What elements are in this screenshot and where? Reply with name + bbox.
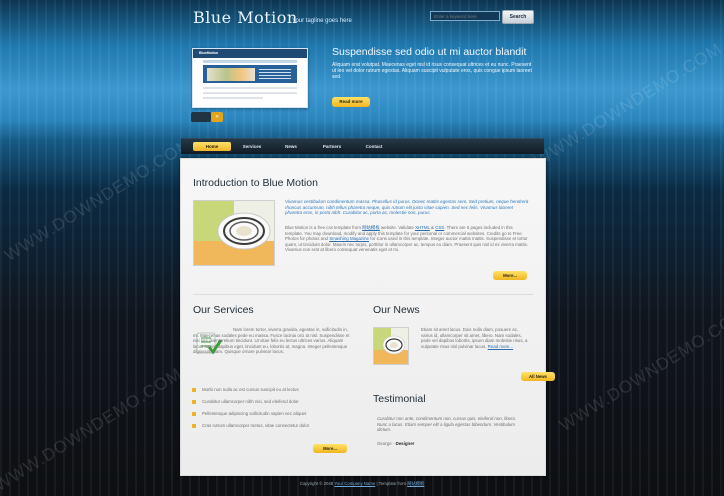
intro-title: Introduction to Blue Motion	[193, 177, 318, 189]
thumb-logo: BlueMotion	[199, 51, 219, 55]
section-divider	[193, 294, 533, 295]
footer-source-link[interactable]: 网站模板	[407, 481, 424, 486]
watermark: WWW.DOWNDEMO.COM	[556, 303, 724, 436]
thumb-row	[203, 97, 263, 99]
nav-home[interactable]: Home	[193, 142, 231, 151]
slider-controls	[191, 112, 211, 122]
nav-services[interactable]: Services	[235, 142, 269, 151]
nav-news[interactable]: News	[276, 142, 306, 151]
all-news-button[interactable]: All News	[521, 372, 555, 381]
news-title: Our News	[373, 304, 420, 316]
services-bullet-item: Pellentesque adipiscing sollicitudin sap…	[192, 410, 306, 417]
nav-partners[interactable]: Partners	[314, 142, 350, 151]
services-text: Nam lorem tortor, viverra gravida, egest…	[193, 327, 350, 355]
slider-next-button[interactable]: »	[211, 112, 223, 122]
services-bullet-item: Cras rutrum ullamcorper metus, vitae con…	[192, 422, 309, 429]
news-read-more-link[interactable]: Read more...	[488, 344, 513, 349]
footer: Copyright © 2048 Your Company Name | Tem…	[0, 481, 724, 487]
bullet-text: Pellentesque adipiscing sollicitudin sap…	[202, 411, 307, 416]
thumb-header: BlueMotion	[193, 49, 307, 58]
bullet-icon	[192, 411, 196, 416]
thumb-photo	[207, 68, 255, 81]
hero-slide-image[interactable]: BlueMotion	[192, 48, 308, 108]
watermark: WWW.DOWNDEMO.COM	[0, 363, 186, 496]
intro-text: website. Validate	[380, 225, 414, 230]
bullet-text: Curabitur ullamcorper nibh nisi, sed ele…	[202, 399, 299, 404]
site-tagline: Your tagline goes here	[292, 18, 352, 24]
thumb-text	[259, 69, 291, 79]
footer-copyright: Copyright © 2048	[299, 481, 334, 486]
hero-title: Suspendisse sed odio ut mi auctor blandi…	[332, 46, 527, 58]
intro-text: &	[431, 225, 434, 230]
testimonial-title: Testimonial	[373, 393, 426, 405]
bullet-icon	[192, 387, 196, 392]
bowl-thumbnail	[374, 328, 408, 364]
news-text: Etiam sit amet lacus. Duis nulla diam, p…	[421, 327, 531, 349]
intro-body: Blue Motion is a free css template from …	[285, 225, 531, 253]
news-image	[373, 327, 409, 365]
author-role: Designer	[395, 441, 415, 446]
testimonial-quote: Curabitur non ante, condimentum non, cur…	[377, 416, 517, 433]
smashing-magazine-link[interactable]: Smashing Magazine	[329, 236, 369, 241]
page: WWW.DOWNDEMO.COM WWW.DOWNDEMO.COM WWW.DO…	[0, 0, 724, 496]
watermark: WWW.DOWNDEMO.COM	[531, 38, 724, 171]
template-source-link[interactable]: 网站模板	[362, 225, 380, 230]
footer-text: | Template from	[376, 481, 406, 486]
author-name: George -	[377, 441, 395, 446]
services-bullet-item: Morbi non nulla ac est cursus suscipit e…	[192, 386, 299, 393]
nav-contact[interactable]: Contact	[357, 142, 391, 151]
testimonial-author: George - Designer	[377, 441, 414, 446]
bowl-photo	[194, 201, 274, 265]
services-more-button[interactable]: More...	[313, 444, 347, 453]
search-button[interactable]: Search	[502, 10, 534, 24]
intro-lead: Vivamus vestibulum condimentum massa. Ph…	[285, 199, 529, 216]
services-title: Our Services	[193, 304, 254, 316]
services-bullet-item: Curabitur ullamcorper nibh nisi, sed ele…	[192, 398, 299, 405]
bullet-icon	[192, 423, 196, 428]
xhtml-link[interactable]: XHTML	[415, 225, 430, 230]
intro-text: Blue Motion is a free css template from	[285, 225, 361, 230]
thumb-row	[203, 87, 297, 89]
intro-image	[193, 200, 275, 266]
bullet-icon	[192, 399, 196, 404]
search-input[interactable]	[430, 11, 500, 21]
hero-text: Aliquam erat volutpat. Maecenas eget nis…	[332, 62, 532, 80]
hero-read-more-button[interactable]: Read more	[332, 97, 370, 107]
watermark: WWW.DOWNDEMO.COM	[1, 133, 196, 266]
thumb-banner	[203, 65, 297, 83]
intro-more-button[interactable]: More...	[493, 271, 527, 280]
thumb-row	[203, 92, 297, 94]
css-link[interactable]: CSS	[435, 225, 444, 230]
main-nav: Home Services News Partners Contact	[181, 138, 544, 154]
site-logo[interactable]: Blue Motion	[193, 8, 298, 27]
bullet-text: Cras rutrum ullamcorper metus, vitae con…	[202, 423, 310, 428]
thumb-nav	[203, 60, 297, 63]
footer-company-link[interactable]: Your Company Name	[334, 481, 375, 486]
bullet-text: Morbi non nulla ac est cursus suscipit e…	[202, 387, 299, 392]
